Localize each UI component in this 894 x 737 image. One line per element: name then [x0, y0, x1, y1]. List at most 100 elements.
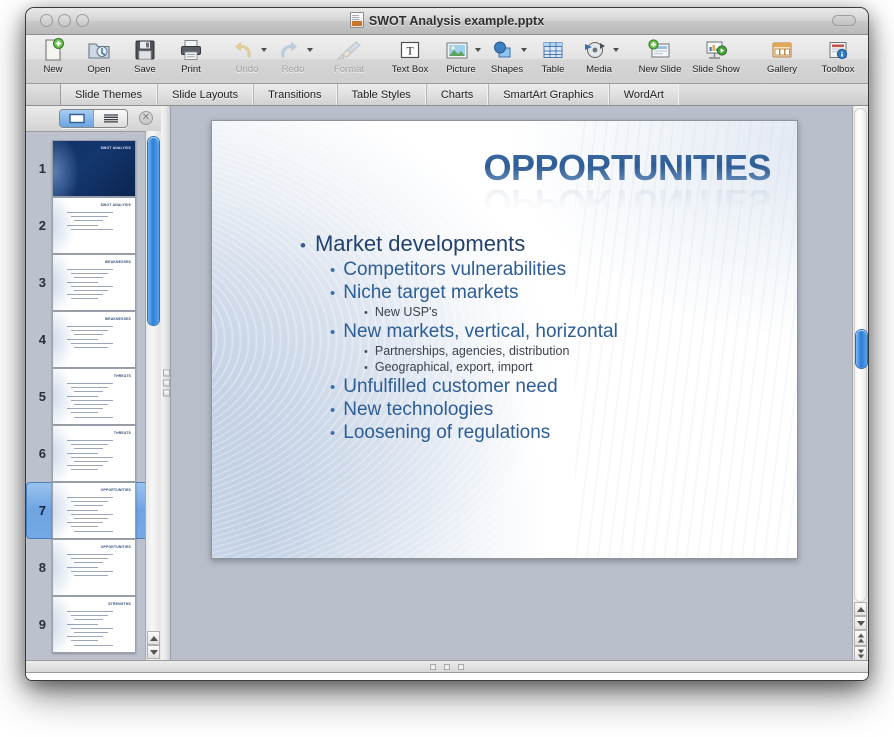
thumbnail-text-line [67, 611, 113, 612]
thumbnail-text-line [74, 562, 103, 563]
redo-button[interactable]: Redo [270, 35, 316, 81]
format-button[interactable]: Format [326, 35, 372, 81]
bullet-text: New technologies [343, 399, 493, 421]
media-button[interactable]: Media [576, 35, 622, 81]
tab-slide-layouts[interactable]: Slide Layouts [157, 84, 253, 105]
thumbnail-preview[interactable]: THREATS [52, 425, 136, 482]
slide-title[interactable]: OPPORTUNITIES [483, 147, 771, 189]
thumbnail-text-line [71, 273, 108, 274]
shapes-dropdown-caret[interactable] [521, 48, 527, 52]
toolbox-button-label: Toolbox [822, 64, 855, 75]
tab-slide-themes[interactable]: Slide Themes [60, 84, 157, 105]
thumbnail-text-line [74, 575, 108, 576]
thumbnail-text-line [74, 277, 103, 278]
save-button[interactable]: Save [122, 35, 168, 81]
slide-show-button[interactable]: Slide Show [688, 35, 744, 81]
thumbnail-text-line [74, 417, 113, 418]
tab-table-styles[interactable]: Table Styles [337, 84, 426, 105]
thumbnail-preview[interactable]: OPPORTUNITIES [52, 539, 136, 596]
slides-outline-toggle [59, 109, 128, 128]
outline-view-icon[interactable] [93, 110, 127, 127]
slide-bullet-level-2[interactable]: •Niche target markets [330, 282, 779, 304]
picture-button[interactable]: Picture [438, 35, 484, 81]
slide-bullet-level-2[interactable]: •Unfulfilled customer need [330, 376, 779, 398]
slide-bullet-list[interactable]: •Market developments•Competitors vulnera… [300, 231, 779, 445]
thumbnail-list[interactable]: 1SWOT ANALYSIS2SWOT ANALYSIS3WEAKNESSES4… [26, 132, 161, 660]
thumbnail-preview[interactable]: WEAKNESSES [52, 311, 136, 368]
slide-scrollbar[interactable] [852, 106, 868, 660]
scroll-down-button[interactable] [854, 616, 867, 630]
slides-view-icon[interactable] [60, 110, 93, 127]
thumbnail-item[interactable]: 8OPPORTUNITIES [26, 539, 146, 596]
thumbnail-preview[interactable]: OPPORTUNITIES [52, 482, 136, 539]
table-button[interactable]: Table [530, 35, 576, 81]
window-title-text: SWOT Analysis example.pptx [369, 14, 544, 28]
shapes-button[interactable]: Shapes [484, 35, 530, 81]
previous-slide-button[interactable] [854, 630, 867, 646]
toolbar-toggle-button[interactable] [832, 15, 856, 26]
undo-button[interactable]: Undo [224, 35, 270, 81]
slide-editing-area[interactable]: OPPORTUNITIES OPPORTUNITIES •Market deve… [171, 106, 868, 660]
slide-bullet-level-3[interactable]: •Partnerships, agencies, distribution [364, 344, 779, 358]
thumbnail-text-line [74, 531, 113, 532]
slide-scrollbar-thumb[interactable] [856, 330, 867, 368]
thumbnail-preview[interactable]: THREATS [52, 368, 136, 425]
thumbnail-scroll-down-button[interactable] [147, 645, 160, 659]
new-button[interactable]: New [30, 35, 76, 81]
thumbnail-item[interactable]: 1SWOT ANALYSIS [26, 140, 146, 197]
redo-dropdown-caret[interactable] [307, 48, 313, 52]
close-panel-icon[interactable]: ✕ [139, 111, 153, 125]
tab-charts[interactable]: Charts [426, 84, 488, 105]
thumbnail-number: 8 [26, 560, 52, 575]
slide-bullet-level-2[interactable]: •New technologies [330, 399, 779, 421]
thumbnail-scrollbar-thumb[interactable] [148, 137, 159, 325]
thumbnail-item[interactable]: 3WEAKNESSES [26, 254, 146, 311]
tab-smartart-graphics[interactable]: SmartArt Graphics [488, 84, 608, 105]
new-slide-button-label: New Slide [639, 64, 682, 75]
scroll-up-button[interactable] [854, 602, 867, 616]
thumbnail-scroll-up-button[interactable] [147, 631, 160, 645]
slide-bullet-level-3[interactable]: •New USP's [364, 305, 779, 319]
toolbox-button[interactable]: Toolbox [810, 35, 866, 81]
slide-bullet-level-3[interactable]: •Geographical, export, import [364, 360, 779, 374]
thumbnail-preview[interactable]: SWOT ANALYSIS [52, 140, 136, 197]
main-body: ✕ 1SWOT ANALYSIS2SWOT ANALYSIS3WEAKNESSE… [26, 106, 868, 660]
toolbar-group-slides: New Slide Slide Show [632, 35, 744, 83]
thumbnail-item[interactable]: 6THREATS [26, 425, 146, 482]
thumbnail-scrollbar[interactable] [145, 131, 161, 660]
gallery-icon [767, 38, 797, 62]
thumbnail-text-line [67, 636, 103, 637]
slide-bullet-level-1[interactable]: •Market developments [300, 231, 779, 257]
panel-splitter[interactable] [161, 106, 171, 660]
thumbnail-item[interactable]: 4WEAKNESSES [26, 311, 146, 368]
notes-splitter[interactable] [26, 660, 868, 673]
tab-transitions[interactable]: Transitions [253, 84, 336, 105]
notes-pane[interactable]: Click to add notes [26, 673, 868, 680]
thumbnail-item[interactable]: 2SWOT ANALYSIS [26, 197, 146, 254]
thumbnail-item[interactable]: 5THREATS [26, 368, 146, 425]
thumbnail-number: 9 [26, 617, 52, 632]
thumbnail-number: 2 [26, 218, 52, 233]
slide-bullet-level-2[interactable]: •Loosening of regulations [330, 422, 779, 444]
thumbnail-preview[interactable]: SWOT ANALYSIS [52, 197, 136, 254]
new-slide-button[interactable]: New Slide [632, 35, 688, 81]
thumbnail-item[interactable]: 7OPPORTUNITIES [26, 482, 152, 539]
media-dropdown-caret[interactable] [613, 48, 619, 52]
next-slide-button[interactable] [854, 646, 867, 660]
picture-dropdown-caret[interactable] [475, 48, 481, 52]
gallery-button[interactable]: Gallery [754, 35, 810, 81]
undo-dropdown-caret[interactable] [261, 48, 267, 52]
slide-bullet-level-2[interactable]: •New markets, vertical, horizontal [330, 321, 779, 343]
thumbnail-preview[interactable]: STRENGTHS [52, 596, 136, 653]
thumbnail-preview[interactable]: WEAKNESSES [52, 254, 136, 311]
text-box-button[interactable]: T Text Box [382, 35, 438, 81]
redo-arrow-icon [274, 38, 304, 62]
thumbnail-item[interactable]: 9STRENGTHS [26, 596, 146, 653]
slide-bullet-level-2[interactable]: •Competitors vulnerabilities [330, 259, 779, 281]
bullet-dot-icon: • [364, 307, 368, 319]
print-button[interactable]: Print [168, 35, 214, 81]
slide-canvas[interactable]: OPPORTUNITIES OPPORTUNITIES •Market deve… [211, 120, 798, 559]
slide-scrollbar-track[interactable] [854, 108, 867, 602]
tab-wordart[interactable]: WordArt [609, 84, 679, 105]
open-button[interactable]: Open [76, 35, 122, 81]
